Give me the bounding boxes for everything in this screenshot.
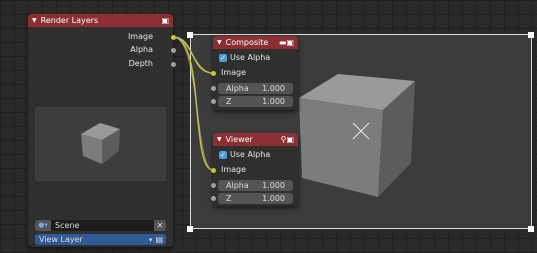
- alpha-label: Alpha: [226, 181, 249, 190]
- collapse-icon[interactable]: ▼: [217, 39, 222, 46]
- render-preview: [35, 107, 166, 181]
- composite-node[interactable]: ▼ Composite ▬▣ ✓ Use Alpha Image Alpha 1…: [211, 36, 298, 110]
- output-image-label: Image: [127, 32, 153, 41]
- viewer-image-socket[interactable]: [211, 168, 216, 173]
- composite-title: Composite: [225, 38, 269, 47]
- view-layer-selector[interactable]: View Layer ▾ ▤: [35, 234, 166, 245]
- view-layer-label: View Layer: [39, 235, 83, 244]
- composite-use-alpha-checkbox[interactable]: ✓ Use Alpha: [219, 53, 270, 62]
- composite-alpha-field[interactable]: Alpha 1.000: [218, 83, 293, 94]
- output-depth-socket[interactable]: [171, 62, 176, 67]
- viewer-alpha-field[interactable]: Alpha 1.000: [218, 180, 293, 191]
- collapse-icon[interactable]: ▼: [32, 17, 37, 24]
- composite-z-field[interactable]: Z 1.000: [218, 96, 293, 107]
- viewer-z-socket[interactable]: [211, 196, 216, 201]
- viewer-header[interactable]: ▼ Viewer ⚲▣: [213, 133, 298, 146]
- output-alpha-socket[interactable]: [171, 48, 176, 53]
- viewer-title: Viewer: [225, 135, 253, 144]
- viewer-node[interactable]: ▼ Viewer ⚲▣ ✓ Use Alpha Image Alpha 1.00…: [211, 133, 298, 206]
- output-alpha-label: Alpha: [130, 45, 153, 54]
- layer-icon[interactable]: ▤: [155, 235, 163, 244]
- output-depth-label: Depth: [128, 59, 153, 68]
- render-icon[interactable]: ▣: [161, 16, 169, 25]
- output-image-socket[interactable]: [171, 35, 176, 40]
- z-value: 1.000: [262, 194, 285, 203]
- composite-image-label: Image: [221, 68, 247, 77]
- z-value: 1.000: [262, 97, 285, 106]
- viewer-alpha-socket[interactable]: [211, 183, 216, 188]
- viewer-image-label: Image: [221, 165, 247, 174]
- composite-header[interactable]: ▼ Composite ▬▣: [213, 36, 298, 49]
- alpha-label: Alpha: [226, 84, 249, 93]
- use-alpha-label: Use Alpha: [230, 53, 271, 62]
- composite-alpha-socket[interactable]: [211, 86, 216, 91]
- viewer-icon[interactable]: ⚲▣: [281, 135, 294, 144]
- collapse-icon[interactable]: ▼: [217, 136, 222, 143]
- composite-image-socket[interactable]: [211, 71, 216, 76]
- scene-clear-icon[interactable]: ✕: [154, 220, 166, 231]
- render-layers-title: Render Layers: [40, 16, 99, 25]
- z-label: Z: [226, 194, 232, 203]
- chevron-down-icon: ▾: [148, 235, 153, 244]
- viewer-use-alpha-checkbox[interactable]: ✓ Use Alpha: [219, 150, 270, 159]
- use-alpha-label: Use Alpha: [230, 150, 271, 159]
- scene-icon[interactable]: ●▾: [35, 220, 51, 231]
- z-label: Z: [226, 97, 232, 106]
- viewer-z-field[interactable]: Z 1.000: [218, 193, 293, 204]
- checkbox-checked-icon[interactable]: ✓: [219, 150, 227, 159]
- alpha-value: 1.000: [262, 181, 285, 190]
- alpha-value: 1.000: [262, 84, 285, 93]
- composite-z-socket[interactable]: [211, 99, 216, 104]
- composite-icon[interactable]: ▬▣: [279, 38, 294, 47]
- scene-name-field[interactable]: Scene: [51, 220, 154, 231]
- render-layers-node[interactable]: ▼ Render Layers ▣ Image Alpha Depth ●▾ S…: [28, 14, 176, 247]
- checkbox-checked-icon[interactable]: ✓: [219, 53, 227, 62]
- render-layers-header[interactable]: ▼ Render Layers ▣: [28, 14, 173, 27]
- scene-selector[interactable]: ●▾ Scene ✕: [35, 220, 166, 231]
